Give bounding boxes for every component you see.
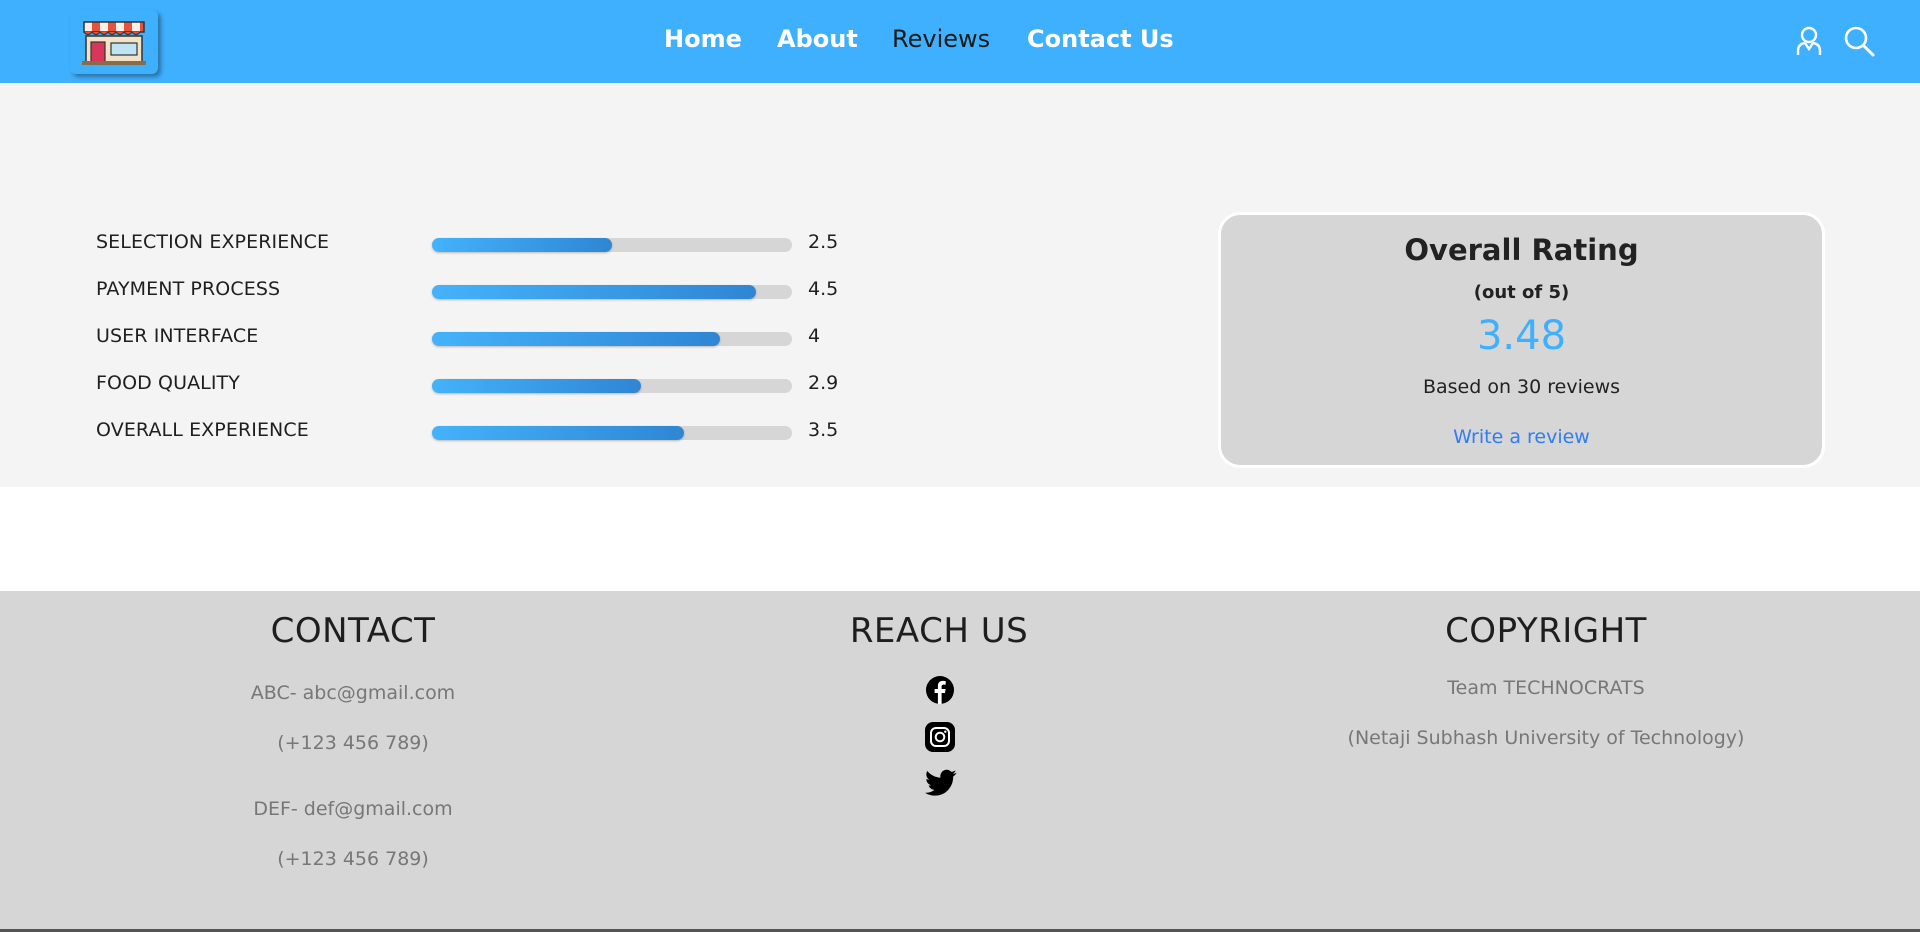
instagram-icon[interactable] <box>925 722 955 752</box>
nav-contact-us[interactable]: Contact Us <box>1027 25 1174 53</box>
rating-row: SELECTION EXPERIENCE 2.5 <box>0 231 900 261</box>
contact-phone: (+123 456 789) <box>277 848 429 870</box>
rating-bar-fill <box>432 332 720 346</box>
rating-row: FOOD QUALITY 2.9 <box>0 372 900 402</box>
site-header: Home About Reviews Contact Us <box>0 0 1920 83</box>
footer-contact-heading: CONTACT <box>270 611 436 651</box>
rating-bar-track <box>432 379 792 393</box>
rating-bar-fill <box>432 379 641 393</box>
rating-label: SELECTION EXPERIENCE <box>96 231 330 253</box>
facebook-icon[interactable] <box>925 675 955 705</box>
overall-rating-score: 3.48 <box>1476 313 1567 359</box>
rating-row: OVERALL EXPERIENCE 3.5 <box>0 419 900 449</box>
team-name: Team TECHNOCRATS <box>1447 677 1645 699</box>
rating-bar-track <box>432 426 792 440</box>
rating-bar-fill <box>432 238 612 252</box>
rating-row: PAYMENT PROCESS 4.5 <box>0 278 900 308</box>
main-nav: Home About Reviews Contact Us <box>0 25 1920 61</box>
nav-about[interactable]: About <box>777 25 858 53</box>
twitter-icon[interactable] <box>925 769 957 799</box>
contact-phone: (+123 456 789) <box>277 732 429 754</box>
rating-value: 3.5 <box>808 419 839 441</box>
rating-bar-fill <box>432 426 684 440</box>
footer-reach-heading: REACH US <box>849 611 1029 651</box>
overall-rating-title: Overall Rating <box>1404 233 1639 267</box>
rating-label: OVERALL EXPERIENCE <box>96 419 309 441</box>
search-icon[interactable] <box>1843 25 1875 61</box>
rating-value: 2.9 <box>808 372 839 394</box>
rating-value: 4 <box>808 325 821 347</box>
rating-bar-fill <box>432 285 756 299</box>
rating-bar-track <box>432 285 792 299</box>
overall-rating-subtitle: (out of 5) <box>1473 282 1570 303</box>
ratings-section: SELECTION EXPERIENCE 2.5 PAYMENT PROCESS… <box>0 83 1920 487</box>
rating-label: USER INTERFACE <box>96 325 259 347</box>
review-count: Based on 30 reviews <box>1422 376 1621 398</box>
nav-home[interactable]: Home <box>664 25 742 53</box>
overall-rating-card: Overall Rating (out of 5) 3.48 Based on … <box>1218 212 1825 468</box>
footer-copyright-heading: COPYRIGHT <box>1445 611 1647 651</box>
contact-email: ABC- abc@gmail.com <box>250 682 456 704</box>
rating-bar-track <box>432 238 792 252</box>
rating-value: 2.5 <box>808 231 839 253</box>
write-review-link[interactable]: Write a review <box>1221 426 1822 448</box>
nav-reviews[interactable]: Reviews <box>892 25 990 53</box>
university-name: (Netaji Subhash University of Technology… <box>1347 727 1745 749</box>
rating-value: 4.5 <box>808 278 839 300</box>
rating-row: USER INTERFACE 4 <box>0 325 900 355</box>
rating-label: FOOD QUALITY <box>96 372 240 394</box>
contact-email: DEF- def@gmail.com <box>253 798 453 820</box>
user-icon[interactable] <box>1795 25 1823 61</box>
rating-bar-track <box>432 332 792 346</box>
rating-label: PAYMENT PROCESS <box>96 278 281 300</box>
site-footer: CONTACT ABC- abc@gmail.com (+123 456 789… <box>0 591 1920 932</box>
